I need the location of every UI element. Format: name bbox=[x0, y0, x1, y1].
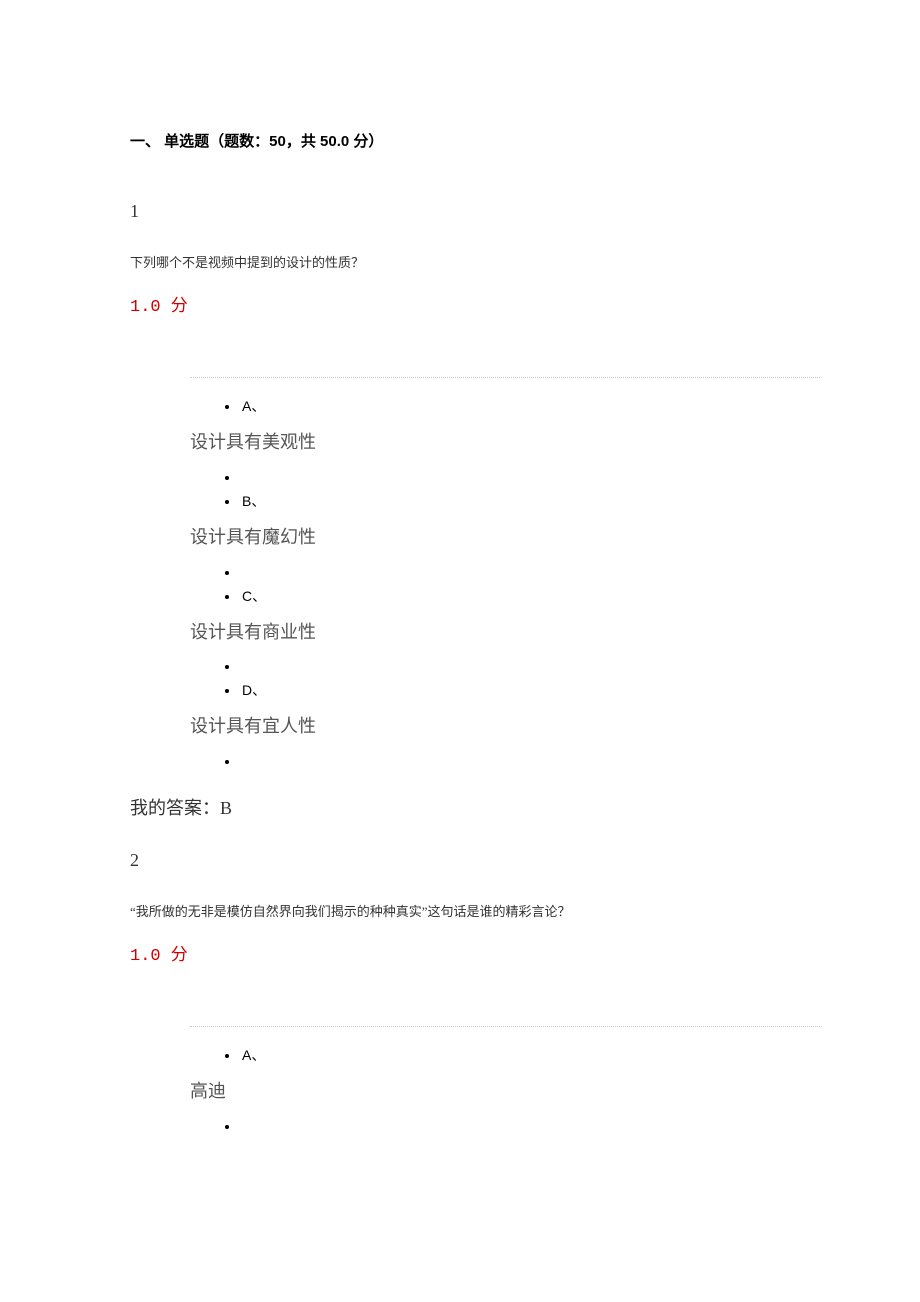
options-block: A、 设计具有美观性 B、 设计具有魔幻性 C、 设计具有商业性 D、 设计具有… bbox=[190, 342, 820, 769]
option-label-d: D、 bbox=[240, 680, 820, 700]
option-label-b: B、 bbox=[240, 491, 820, 511]
question-number: 1 bbox=[130, 201, 820, 222]
option-text-a: 高迪 bbox=[190, 1077, 820, 1106]
bullet-icon bbox=[240, 564, 820, 580]
option-text-a: 设计具有美观性 bbox=[190, 428, 820, 457]
bullet-icon bbox=[240, 469, 820, 485]
question-score: 1.0 分 bbox=[130, 940, 820, 966]
option-item bbox=[190, 1118, 820, 1134]
option-item: D、 bbox=[190, 658, 820, 700]
option-text-c: 设计具有商业性 bbox=[190, 618, 820, 647]
option-item: B、 bbox=[190, 469, 820, 511]
bullet-icon bbox=[240, 1118, 820, 1134]
options-block: A、 高迪 bbox=[190, 991, 820, 1134]
option-label-a: A、 bbox=[240, 1045, 820, 1065]
option-label-a: A、 bbox=[240, 396, 820, 416]
option-item: A、 bbox=[190, 396, 820, 416]
option-item: A、 bbox=[190, 1045, 820, 1065]
divider bbox=[190, 377, 820, 378]
question-text: “我所做的无非是模仿自然界向我们揭示的种种真实”这句话是谁的精彩言论？ bbox=[130, 901, 820, 920]
option-text-d: 设计具有宜人性 bbox=[190, 712, 820, 741]
section-header: 一、 单选题（题数：50，共 50.0 分） bbox=[130, 130, 820, 151]
question-text: 下列哪个不是视频中提到的设计的性质？ bbox=[130, 252, 820, 271]
option-item bbox=[190, 753, 820, 769]
divider bbox=[190, 1026, 820, 1027]
option-item: C、 bbox=[190, 564, 820, 606]
option-label-c: C、 bbox=[240, 586, 820, 606]
bullet-icon bbox=[240, 753, 820, 769]
question-score: 1.0 分 bbox=[130, 291, 820, 317]
question-number: 2 bbox=[130, 850, 820, 871]
option-text-b: 设计具有魔幻性 bbox=[190, 523, 820, 552]
bullet-icon bbox=[240, 658, 820, 674]
my-answer: 我的答案：B bbox=[130, 794, 820, 820]
